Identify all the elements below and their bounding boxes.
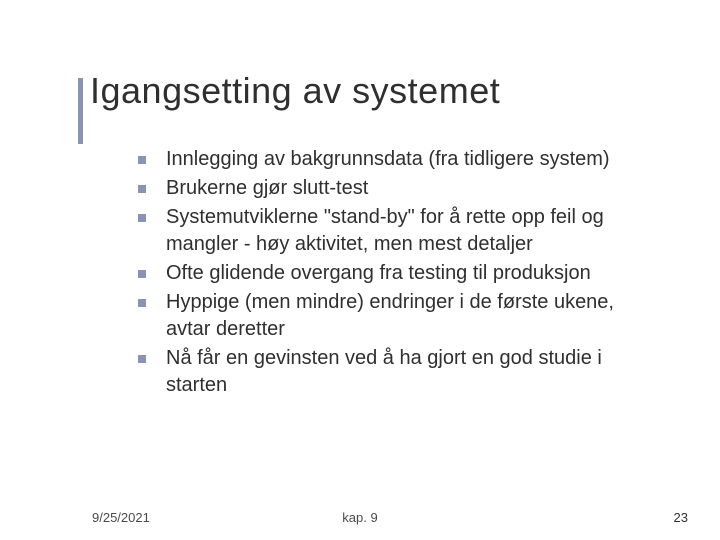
bullet-square-icon bbox=[138, 355, 146, 363]
slide: Igangsetting av systemet Innlegging av b… bbox=[0, 0, 720, 540]
list-item: Hyppige (men mindre) endringer i de førs… bbox=[138, 289, 660, 343]
bullet-square-icon bbox=[138, 299, 146, 307]
slide-title: Igangsetting av systemet bbox=[90, 70, 680, 112]
bullet-square-icon bbox=[138, 156, 146, 164]
bullet-square-icon bbox=[138, 214, 146, 222]
bullet-text: Ofte glidende overgang fra testing til p… bbox=[166, 262, 591, 284]
footer-page-number: 23 bbox=[674, 510, 688, 525]
list-item: Ofte glidende overgang fra testing til p… bbox=[138, 260, 660, 287]
bullet-square-icon bbox=[138, 185, 146, 193]
bullet-text: Innlegging av bakgrunnsdata (fra tidlige… bbox=[166, 148, 610, 170]
bullet-text: Hyppige (men mindre) endringer i de førs… bbox=[166, 291, 614, 340]
bullet-text: Systemutviklerne "stand-by" for å rette … bbox=[166, 206, 604, 255]
list-item: Systemutviklerne "stand-by" for å rette … bbox=[138, 204, 660, 258]
list-item: Innlegging av bakgrunnsdata (fra tidlige… bbox=[138, 146, 660, 173]
list-item: Nå får en gevinsten ved å ha gjort en go… bbox=[138, 345, 660, 399]
footer-chapter: kap. 9 bbox=[342, 510, 377, 525]
bullet-text: Brukerne gjør slutt-test bbox=[166, 177, 368, 199]
footer-date: 9/25/2021 bbox=[92, 510, 150, 525]
bullet-square-icon bbox=[138, 270, 146, 278]
bullet-text: Nå får en gevinsten ved å ha gjort en go… bbox=[166, 347, 602, 396]
bullet-list: Innlegging av bakgrunnsdata (fra tidlige… bbox=[138, 146, 660, 399]
title-accent-bar bbox=[78, 78, 83, 144]
list-item: Brukerne gjør slutt-test bbox=[138, 175, 660, 202]
